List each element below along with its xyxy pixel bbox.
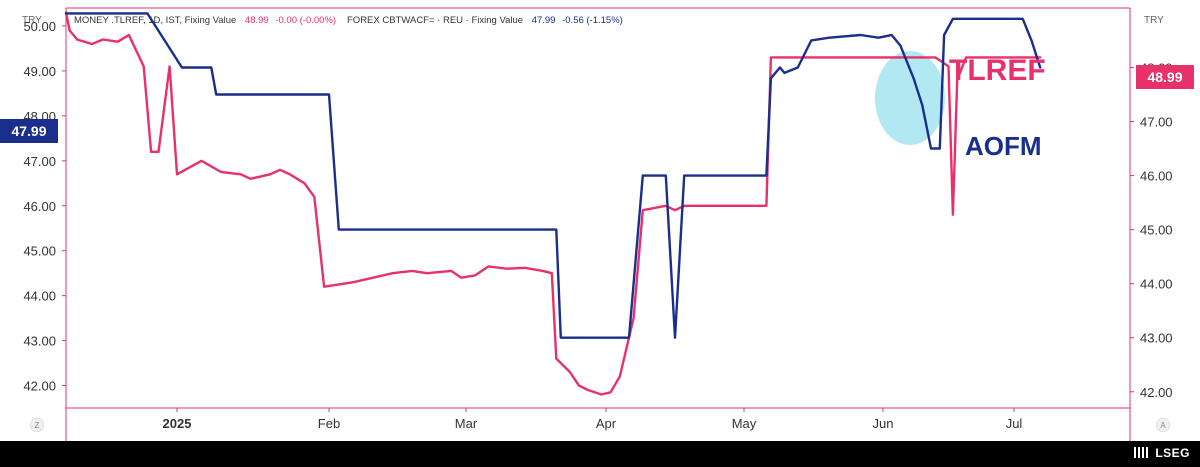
lseg-brand-text: LSEG	[1155, 446, 1190, 460]
left-tick-label: 47.00	[23, 154, 56, 169]
legend-2-name: FOREX CBTWACF= · REU · Fixing Value	[347, 15, 523, 26]
footer-bar: LSEG	[0, 441, 1200, 467]
right-tick-label: 46.00	[1140, 169, 1173, 184]
x-tick-label: Jul	[1006, 416, 1023, 431]
legend-1-change: -0.00 (-0.00%)	[275, 15, 336, 26]
right-tick-label: 44.00	[1140, 277, 1173, 292]
legend-2-value: 47.99	[532, 15, 556, 26]
tlref-annotation: TLREF	[949, 54, 1046, 87]
x-tick-label: Mar	[455, 416, 478, 431]
left-axis-ticks: 42.0043.0044.0045.0046.0047.0048.0049.00…	[23, 19, 66, 394]
right-tick-label: 42.00	[1140, 385, 1173, 400]
left-tick-label: 49.00	[23, 64, 56, 79]
left-tick-label: 42.00	[23, 379, 56, 394]
right-tick-label: 47.00	[1140, 115, 1173, 130]
x-tick-label: Jun	[873, 416, 894, 431]
highlight-ellipse	[875, 51, 945, 145]
left-tick-label: 43.00	[23, 334, 56, 349]
auto-scale-label: A	[1160, 421, 1166, 430]
zoom-reset-label: Z	[35, 421, 40, 430]
x-axis-ticks: 2025 Feb Mar Apr May Jun Jul	[163, 408, 1023, 431]
left-value-badge-text: 47.99	[11, 123, 46, 139]
legend-line-1: MONEY .TLREF, 1D, IST, Fixing Value 48.9…	[74, 15, 336, 26]
left-tick-label: 45.00	[23, 244, 56, 259]
left-tick-label: 46.00	[23, 199, 56, 214]
legend-1-value: 48.99	[245, 15, 269, 26]
x-tick-label: 2025	[163, 416, 192, 431]
left-tick-label: 44.00	[23, 289, 56, 304]
lseg-logo: LSEG	[1134, 446, 1190, 460]
aofm-annotation: AOFM	[965, 131, 1042, 161]
right-axis-ticks: 42.0043.0044.0045.0046.0047.0048.00	[1130, 60, 1173, 400]
right-value-badge-text: 48.99	[1147, 69, 1182, 85]
x-tick-label: May	[732, 416, 757, 431]
right-tick-label: 43.00	[1140, 331, 1173, 346]
right-currency-label: TRY	[1144, 15, 1164, 26]
left-tick-label: 50.00	[23, 19, 56, 34]
x-tick-label: Feb	[318, 416, 340, 431]
chart-canvas[interactable]: TRY TRY MONEY .TLREF, 1D, IST, Fixing Va…	[0, 0, 1200, 441]
lseg-mark-icon	[1134, 447, 1151, 458]
right-tick-label: 45.00	[1140, 223, 1173, 238]
x-tick-label: Apr	[596, 416, 617, 431]
legend-2-change: -0.56 (-1.15%)	[562, 15, 623, 26]
chart-panel: TRY TRY MONEY .TLREF, 1D, IST, Fixing Va…	[0, 0, 1200, 441]
legend-line-2: FOREX CBTWACF= · REU · Fixing Value 47.9…	[347, 15, 623, 26]
